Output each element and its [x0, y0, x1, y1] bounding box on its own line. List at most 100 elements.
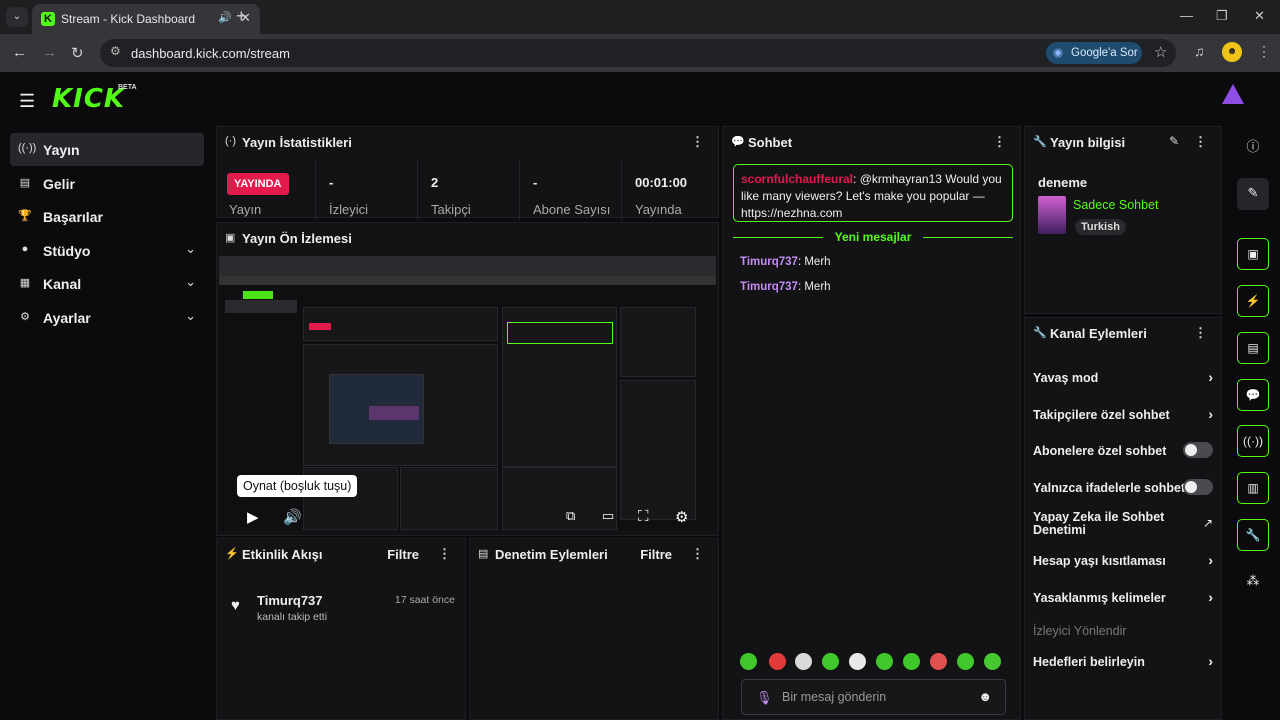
stat-label: Yayında — [635, 202, 682, 217]
microphone-icon[interactable]: 🎙 — [756, 690, 773, 706]
minimize-button[interactable]: — — [1180, 8, 1193, 23]
more-options-icon[interactable]: ⋮ — [691, 546, 704, 562]
back-button[interactable]: ← — [12, 44, 27, 61]
play-icon[interactable]: ▶ — [247, 508, 259, 526]
sidebar-item-label: Stüdyo — [43, 242, 91, 259]
preview-icon: ▣ — [225, 232, 236, 244]
url-text[interactable]: dashboard.kick.com/stream — [131, 46, 290, 61]
audio-icon[interactable]: 🔊 — [218, 11, 232, 24]
moderation-icon[interactable]: ▤ — [1237, 332, 1269, 364]
emote-icon[interactable] — [822, 653, 839, 670]
chat-input-box[interactable]: 🎙 ☻ — [741, 679, 1006, 715]
forward-button[interactable]: → — [42, 44, 57, 61]
panel-title: Kanal Eylemleri — [1050, 326, 1147, 341]
chat-username[interactable]: Timurq737 — [740, 256, 798, 268]
category-link[interactable]: Sadece Sohbet — [1073, 198, 1159, 212]
more-options-icon[interactable]: ⋮ — [993, 134, 1006, 150]
picture-in-picture-icon[interactable]: ⧉ — [566, 508, 575, 524]
filter-button[interactable]: Filtre — [387, 547, 419, 562]
chrome-menu-icon[interactable]: ⋮ — [1257, 43, 1271, 60]
action-label: Yapay Zeka ile Sohbet Denetimi — [1033, 510, 1165, 537]
activity-icon[interactable]: ⚡ — [1237, 285, 1269, 317]
subscribers-only-toggle[interactable] — [1183, 442, 1213, 458]
close-window-button[interactable]: ✕ — [1254, 8, 1265, 24]
emote-icon[interactable] — [930, 653, 947, 670]
tab-search-button[interactable]: ⌄ — [6, 7, 28, 27]
more-options-icon[interactable]: ⋮ — [1194, 325, 1207, 341]
profile-avatar[interactable]: ☻ — [1222, 42, 1242, 62]
action-ai-moderation[interactable]: Yapay Zeka ile Sohbet Denetimi — [1033, 511, 1183, 537]
more-options-icon[interactable]: ⋮ — [438, 546, 451, 562]
media-control-icon[interactable]: ♫ — [1194, 43, 1205, 59]
hamburger-menu-icon[interactable]: ☰ — [19, 91, 35, 112]
sidebar-item-label: Ayarlar — [43, 309, 91, 326]
google-ask-label: Google'a Sor — [1071, 47, 1138, 59]
action-account-age[interactable]: Hesap yaşı kısıtlaması › — [1033, 552, 1213, 568]
more-options-icon[interactable]: ⋮ — [691, 134, 704, 150]
action-banned-words[interactable]: Yasaklanmış kelimeler › — [1033, 589, 1213, 605]
pinned-username[interactable]: scornfulchauffeural — [741, 172, 853, 186]
integrations-icon[interactable]: ⁂ — [1237, 566, 1269, 598]
lightning-icon: ⚡ — [225, 548, 239, 560]
action-set-goals[interactable]: Hedefleri belirleyin › — [1033, 653, 1213, 669]
google-ask-button[interactable]: ◉ Google'a Sor — [1046, 42, 1142, 64]
sidebar-item-kanal[interactable]: ▦ Kanal ⌄ — [10, 267, 204, 300]
browser-tab[interactable]: K Stream - Kick Dashboard 🔊 ✕ — [32, 4, 260, 34]
chat-username[interactable]: Timurq737 — [740, 281, 798, 293]
address-bar[interactable]: ⚙ dashboard.kick.com/stream ◉ Google'a S… — [100, 39, 1176, 67]
user-avatar[interactable] — [1222, 84, 1244, 104]
chat-icon[interactable]: 💬 — [1237, 379, 1269, 411]
emote-icon[interactable] — [769, 653, 786, 670]
filter-button[interactable]: Filtre — [640, 547, 672, 562]
external-link-icon[interactable]: ↗ — [1203, 516, 1213, 530]
edit-icon[interactable]: ✎ — [1237, 178, 1269, 210]
new-tab-button[interactable]: + — [236, 6, 247, 27]
emoji-icon[interactable]: ☻ — [978, 689, 992, 704]
chat-message: Timurq737: Merh — [740, 281, 831, 293]
chat-text: : Merh — [797, 256, 831, 268]
sidebar-item-gelir[interactable]: ▤ Gelir — [10, 167, 204, 200]
emote-icon[interactable] — [903, 653, 920, 670]
reload-button[interactable]: ↻ — [71, 44, 84, 62]
emote-icon[interactable] — [849, 653, 866, 670]
activity-username[interactable]: Timurq737 — [257, 593, 323, 608]
sidebar-item-ayarlar[interactable]: ⚙ Ayarlar ⌄ — [10, 301, 204, 334]
kick-logo[interactable]: KICK — [52, 84, 125, 114]
settings-icon: ⚙ — [20, 310, 30, 323]
more-options-icon[interactable]: ⋮ — [1194, 134, 1207, 150]
chat-input[interactable] — [782, 688, 972, 706]
action-raid: İzleyici Yönlendir — [1033, 624, 1213, 638]
sidebar-item-yayin[interactable]: ((·)) Yayın — [10, 133, 204, 166]
preview-icon[interactable]: ▣ — [1237, 238, 1269, 270]
settings-gear-icon[interactable]: ⚙ — [675, 508, 688, 526]
emote-icon[interactable] — [984, 653, 1001, 670]
live-badge: YAYINDA — [227, 173, 289, 195]
action-slow-mode[interactable]: Yavaş mod › — [1033, 369, 1213, 385]
panel-title: Yayın Ön İzlemesi — [242, 231, 352, 246]
stat-label: Yayın — [229, 202, 262, 217]
heart-icon: ♥ — [231, 597, 240, 614]
sidebar-item-basarilar[interactable]: 🏆 Başarılar — [10, 200, 204, 233]
theater-mode-icon[interactable]: ▭ — [602, 508, 614, 524]
emote-icon[interactable] — [957, 653, 974, 670]
info-icon[interactable]: ⓘ — [1237, 132, 1269, 164]
site-info-icon[interactable]: ⚙ — [110, 44, 121, 58]
broadcast-icon[interactable]: ((·)) — [1237, 425, 1269, 457]
emote-icon[interactable] — [795, 653, 812, 670]
volume-icon[interactable]: 🔊 — [283, 508, 302, 526]
layout-icon[interactable]: ▥ — [1237, 472, 1269, 504]
stream-preview-video[interactable]: Oynat (boşluk tuşu) ▶ 🔊 ⧉ ▭ ⛶ ⚙ — [219, 256, 716, 530]
sidebar-item-studyo[interactable]: ● Stüdyo ⌄ — [10, 234, 204, 267]
action-followers-only[interactable]: Takipçilere özel sohbet › — [1033, 406, 1213, 422]
lens-icon: ◉ — [1053, 47, 1064, 59]
edit-pencil-icon[interactable]: ✎ — [1169, 134, 1179, 148]
tools-icon[interactable]: 🔧 — [1237, 519, 1269, 551]
fullscreen-icon[interactable]: ⛶ — [638, 508, 649, 525]
emotes-only-toggle[interactable] — [1183, 479, 1213, 495]
bookmark-star-icon[interactable]: ☆ — [1154, 43, 1167, 61]
browser-tabstrip: ⌄ K Stream - Kick Dashboard 🔊 ✕ + — ❐ ✕ — [0, 0, 1280, 34]
emote-icon[interactable] — [876, 653, 893, 670]
maximize-button[interactable]: ❐ — [1216, 8, 1228, 24]
sidebar-item-label: Kanal — [43, 276, 82, 292]
emote-icon[interactable] — [740, 653, 757, 670]
